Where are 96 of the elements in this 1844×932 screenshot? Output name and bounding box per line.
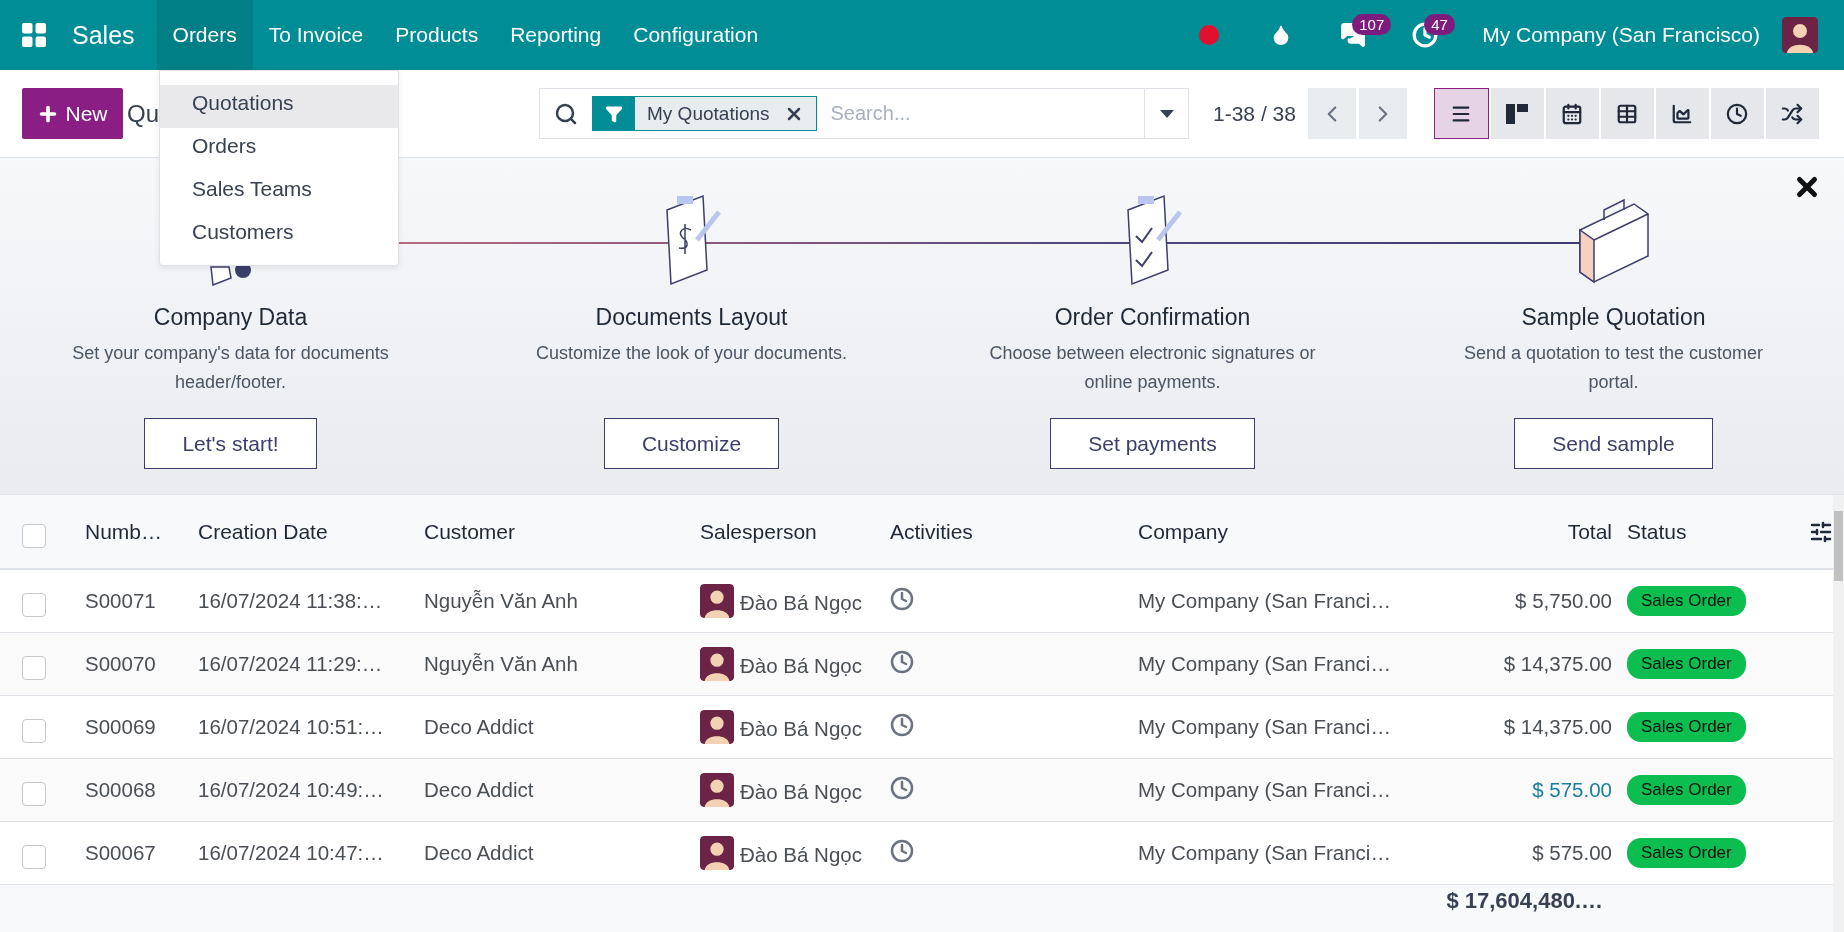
menu-item[interactable]: Products xyxy=(379,0,495,70)
filter-facet[interactable]: My Quotations xyxy=(592,96,817,131)
total-amount: $ 575.00 xyxy=(1532,841,1612,865)
checkbox[interactable] xyxy=(22,845,46,869)
step-description: Choose between electronic signatures or online payments. xyxy=(988,342,1317,394)
view-button[interactable] xyxy=(1600,88,1654,139)
status-tag: Sales Order xyxy=(1627,775,1746,805)
avatar-icon xyxy=(1782,17,1818,53)
table-cell: S00069 xyxy=(72,696,185,759)
step-description: Customize the look of your documents. xyxy=(534,342,849,365)
area-chart-icon xyxy=(1671,102,1694,125)
clock-icon[interactable] xyxy=(890,776,914,800)
menu-item[interactable]: Configuration xyxy=(617,0,775,70)
settings-icon[interactable] xyxy=(1809,519,1833,544)
caret-icon xyxy=(1159,109,1174,118)
salesperson-name: Đào Bá Ngọc xyxy=(740,780,862,804)
clock-icon[interactable] xyxy=(890,650,914,674)
step-description: Send a quotation to test the customer portal. xyxy=(1462,342,1765,394)
status-tag: Sales Order xyxy=(1627,712,1746,742)
clock-icon[interactable] xyxy=(890,587,914,611)
total-amount: $ 14,375.00 xyxy=(1503,652,1612,676)
status-dot xyxy=(1199,25,1220,45)
step-title: Sample Quotation xyxy=(1521,304,1706,331)
dropdown-item[interactable]: Customers xyxy=(160,214,398,257)
table-cell: My Company (San Franci… xyxy=(1125,822,1400,885)
step-description: Set your company's data for documents header/footer. xyxy=(71,342,390,394)
checkbox[interactable] xyxy=(22,719,46,743)
view-button[interactable] xyxy=(1655,88,1709,139)
view-button[interactable] xyxy=(1765,88,1819,139)
step-button[interactable]: Customize xyxy=(603,418,780,469)
menu-item[interactable]: Orders xyxy=(156,0,253,70)
count-badge: 107 xyxy=(1352,14,1392,35)
total-amount: $ 14,375.00 xyxy=(1503,715,1612,739)
total-amount: $ 5,750.00 xyxy=(1515,589,1612,613)
step-title: Company Data xyxy=(153,304,308,331)
avatar-icon xyxy=(700,584,734,618)
calendar-icon xyxy=(1561,102,1584,125)
status-tag: Sales Order xyxy=(1627,649,1746,679)
view-button[interactable] xyxy=(1710,88,1764,139)
status-tag: Sales Order xyxy=(1627,838,1746,868)
table-cell: 16/07/2024 10:51:… xyxy=(185,696,411,759)
view-button[interactable] xyxy=(1490,88,1544,139)
kanban-icon xyxy=(1505,102,1530,125)
shuffle-icon xyxy=(1781,102,1804,125)
count-badge: 47 xyxy=(1424,14,1455,35)
salesperson-name: Đào Bá Ngọc xyxy=(740,591,862,615)
filter-icon xyxy=(605,104,623,123)
avatar-icon xyxy=(700,647,734,681)
checkbox[interactable] xyxy=(22,593,46,617)
company-name[interactable]: My Company (San Francisco) xyxy=(1482,23,1760,47)
table-cell: S00067 xyxy=(72,822,185,885)
new-button[interactable]: New xyxy=(22,88,123,139)
scrollbar[interactable] xyxy=(1833,495,1844,932)
menu-item[interactable]: To Invoice xyxy=(252,0,380,70)
facet-label: My Quotations xyxy=(647,102,770,125)
table-cell: Deco Addict xyxy=(411,696,687,759)
dropdown-item[interactable]: Orders xyxy=(160,128,398,171)
page-title: Qu xyxy=(127,99,159,128)
avatar-icon xyxy=(700,710,734,744)
menu-item[interactable]: Reporting xyxy=(494,0,618,70)
checkbox[interactable] xyxy=(22,523,46,548)
checkbox[interactable] xyxy=(22,782,46,806)
step-title: Order Confirmation xyxy=(1054,304,1251,331)
salesperson-name: Đào Bá Ngọc xyxy=(740,717,862,741)
step-button[interactable]: Set payments xyxy=(1050,418,1255,469)
search-field[interactable]: My Quotations Search... xyxy=(539,88,1189,139)
status-tag: Sales Order xyxy=(1627,586,1746,616)
table-cell: Nguyễn Văn Anh xyxy=(411,570,687,633)
pager-value[interactable]: 1-38 / 38 xyxy=(1213,101,1296,126)
view-button[interactable] xyxy=(1545,88,1599,139)
salesperson-name: Đào Bá Ngọc xyxy=(740,843,862,867)
total-sum: $ 17,604,480.… xyxy=(1446,888,1603,914)
table-cell: 16/07/2024 11:38:… xyxy=(185,570,411,633)
dropdown-item[interactable]: Sales Teams xyxy=(160,171,398,214)
clock-icon xyxy=(1726,102,1749,125)
dropdown-item[interactable]: Quotations xyxy=(160,85,398,128)
step-button[interactable]: Let's start! xyxy=(144,418,317,469)
table-cell: 16/07/2024 10:47:… xyxy=(185,822,411,885)
app-name[interactable]: Sales xyxy=(66,20,157,50)
view-button[interactable] xyxy=(1433,88,1489,139)
table-cell: My Company (San Franci… xyxy=(1125,696,1400,759)
search-icon xyxy=(554,101,578,126)
salesperson-name: Đào Bá Ngọc xyxy=(740,654,862,678)
checkbox[interactable] xyxy=(22,656,46,680)
step-title: Documents Layout xyxy=(595,304,788,331)
clock-icon[interactable] xyxy=(890,713,914,737)
table-cell: My Company (San Franci… xyxy=(1125,570,1400,633)
clock-icon[interactable] xyxy=(890,839,914,863)
avatar-icon xyxy=(700,836,734,870)
step-button[interactable]: Send sample xyxy=(1514,418,1713,469)
total-amount: $ 575.00 xyxy=(1532,778,1612,802)
grid-icon xyxy=(22,23,46,47)
table-cell: S00071 xyxy=(72,570,185,633)
table-icon xyxy=(1616,102,1639,125)
avatar-icon xyxy=(700,773,734,807)
table-cell: Deco Addict xyxy=(411,822,687,885)
